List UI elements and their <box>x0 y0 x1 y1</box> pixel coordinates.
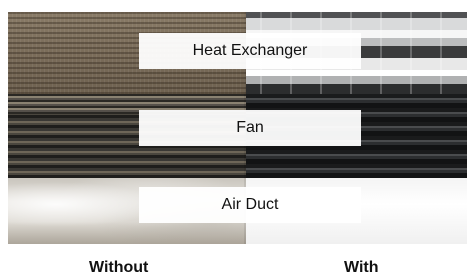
air-duct-label: Air Duct <box>139 187 361 223</box>
without-caption: Without <box>89 259 149 276</box>
fan-label: Fan <box>139 110 361 146</box>
comparison-figure: Heat Exchanger Fan Air Duct Without With <box>0 0 475 279</box>
with-caption: With <box>344 259 379 276</box>
heat-exchanger-label: Heat Exchanger <box>139 33 361 69</box>
